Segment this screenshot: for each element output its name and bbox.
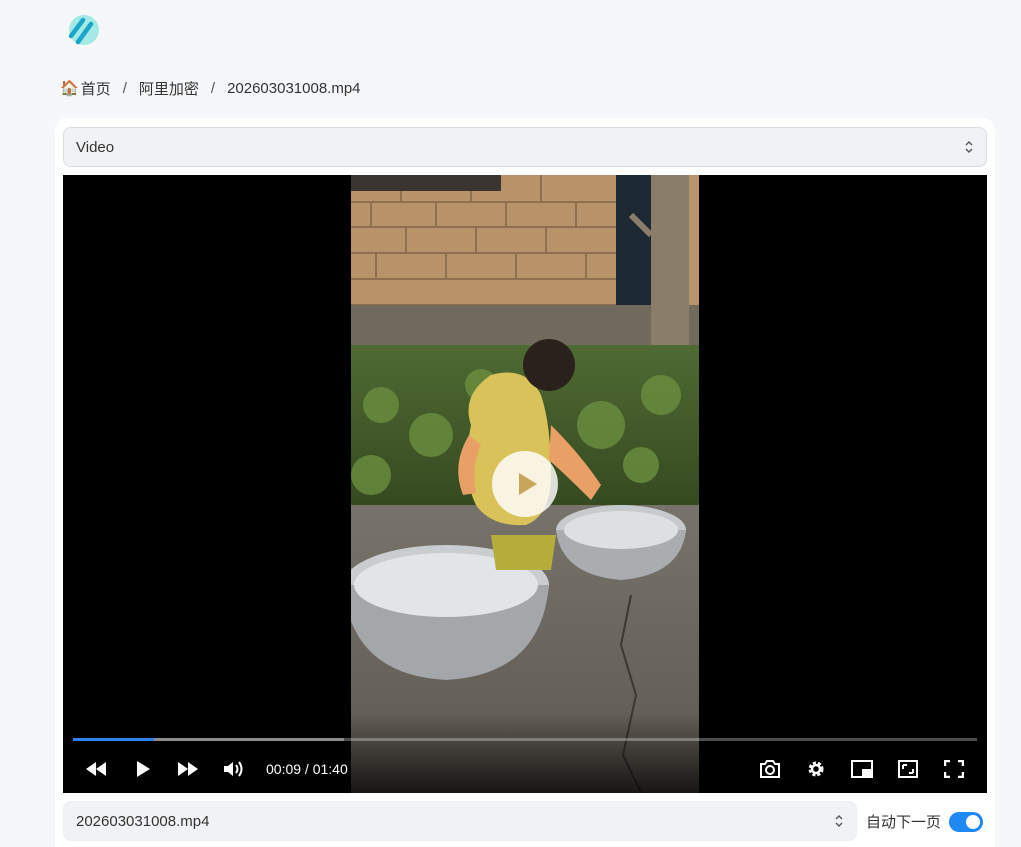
select-chevron-icon bbox=[965, 141, 973, 153]
settings-button[interactable] bbox=[803, 757, 829, 781]
fast-forward-button[interactable] bbox=[175, 757, 201, 781]
time-display: 00:09 / 01:40 bbox=[266, 761, 348, 777]
screenshot-button[interactable] bbox=[757, 757, 783, 781]
web-fullscreen-button[interactable] bbox=[895, 757, 921, 781]
preview-type-select[interactable]: Video bbox=[63, 127, 987, 167]
breadcrumb-folder-link[interactable]: 阿里加密 bbox=[139, 78, 199, 99]
web-fullscreen-icon bbox=[898, 760, 918, 778]
select-chevron-icon bbox=[835, 815, 843, 827]
play-icon bbox=[518, 473, 537, 495]
breadcrumb-home-link[interactable]: 首页 bbox=[81, 78, 111, 99]
picture-in-picture-button[interactable] bbox=[849, 757, 875, 781]
file-select[interactable]: 202603031008.mp4 bbox=[63, 801, 857, 841]
fullscreen-button[interactable] bbox=[941, 757, 967, 781]
play-button[interactable] bbox=[130, 757, 156, 781]
controls-overlay bbox=[63, 713, 987, 793]
volume-button[interactable] bbox=[221, 757, 247, 781]
center-play-button[interactable] bbox=[492, 451, 558, 517]
breadcrumb-separator: / bbox=[210, 79, 216, 97]
switch-knob bbox=[966, 814, 981, 829]
breadcrumb: 🏠 首页 / 阿里加密 / 202603031008.mp4 bbox=[60, 78, 361, 98]
preview-type-value: Video bbox=[76, 138, 115, 156]
rewind-button[interactable] bbox=[83, 757, 109, 781]
file-select-value: 202603031008.mp4 bbox=[76, 812, 210, 830]
fullscreen-icon bbox=[944, 760, 964, 778]
app-logo bbox=[68, 15, 99, 45]
settings-gear-icon bbox=[808, 761, 824, 777]
breadcrumb-separator: / bbox=[122, 79, 127, 97]
picture-in-picture-icon bbox=[851, 760, 873, 778]
screenshot-camera-icon bbox=[760, 760, 780, 778]
play-icon bbox=[137, 761, 150, 777]
breadcrumb-current-file: 202603031008.mp4 bbox=[227, 79, 361, 97]
progress-bar[interactable] bbox=[73, 738, 977, 741]
auto-next-label: 自动下一页 bbox=[866, 814, 942, 831]
auto-next-switch[interactable] bbox=[949, 811, 984, 832]
home-icon: 🏠 bbox=[60, 80, 79, 97]
fast-forward-icon bbox=[178, 762, 198, 776]
video-player[interactable]: 00:09 / 01:40 bbox=[63, 175, 987, 793]
auto-next-toggle-group: 自动下一页 bbox=[866, 811, 984, 832]
rewind-icon bbox=[86, 762, 106, 776]
progress-played bbox=[73, 738, 155, 741]
volume-icon bbox=[224, 761, 243, 777]
